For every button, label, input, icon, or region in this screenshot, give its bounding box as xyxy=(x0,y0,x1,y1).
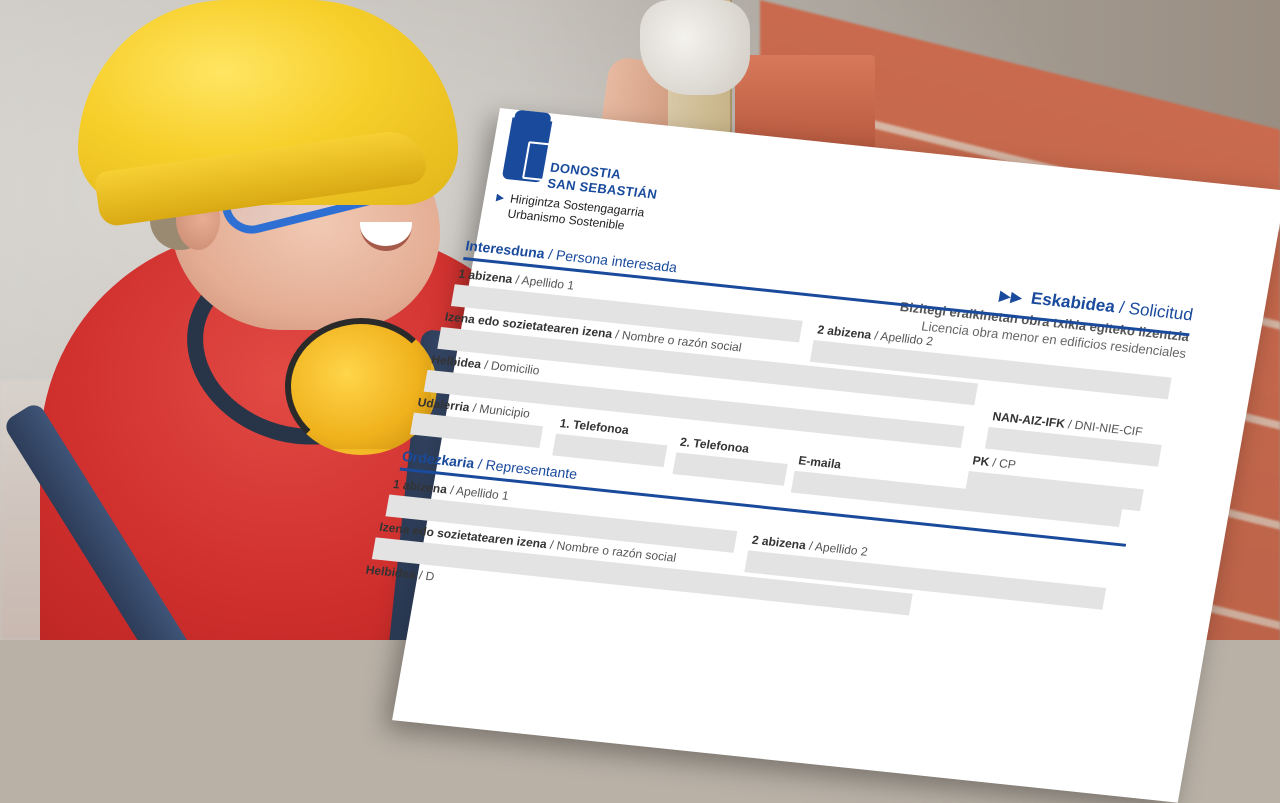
request-title-es: / Solicitud xyxy=(1117,297,1195,325)
label-phone1: 1. Telefonoa xyxy=(558,416,630,438)
label-phone2: 2. Telefonoa xyxy=(679,434,751,456)
label-email: E-maila xyxy=(797,453,843,472)
application-form: DONOSTIA SAN SEBASTIÁN ▶ Hirigintza Sost… xyxy=(365,108,1280,803)
form-overlay: DONOSTIA SAN SEBASTIÁN ▶ Hirigintza Sost… xyxy=(0,0,1280,803)
phone2-field[interactable] xyxy=(672,452,788,486)
city-crest-logo xyxy=(501,117,561,183)
phone1-field[interactable] xyxy=(552,433,668,468)
section-representative-title-eu: Ordezkaria xyxy=(400,447,476,472)
request-title-eu: Eskabidea xyxy=(1029,288,1117,317)
label-rep-address: Helbidea / D xyxy=(364,562,436,584)
label-postal: PK / CP xyxy=(971,453,1018,472)
chevron-right-icon: ▶ xyxy=(495,192,505,204)
double-chevron-icon: ▶▶ xyxy=(997,287,1024,307)
